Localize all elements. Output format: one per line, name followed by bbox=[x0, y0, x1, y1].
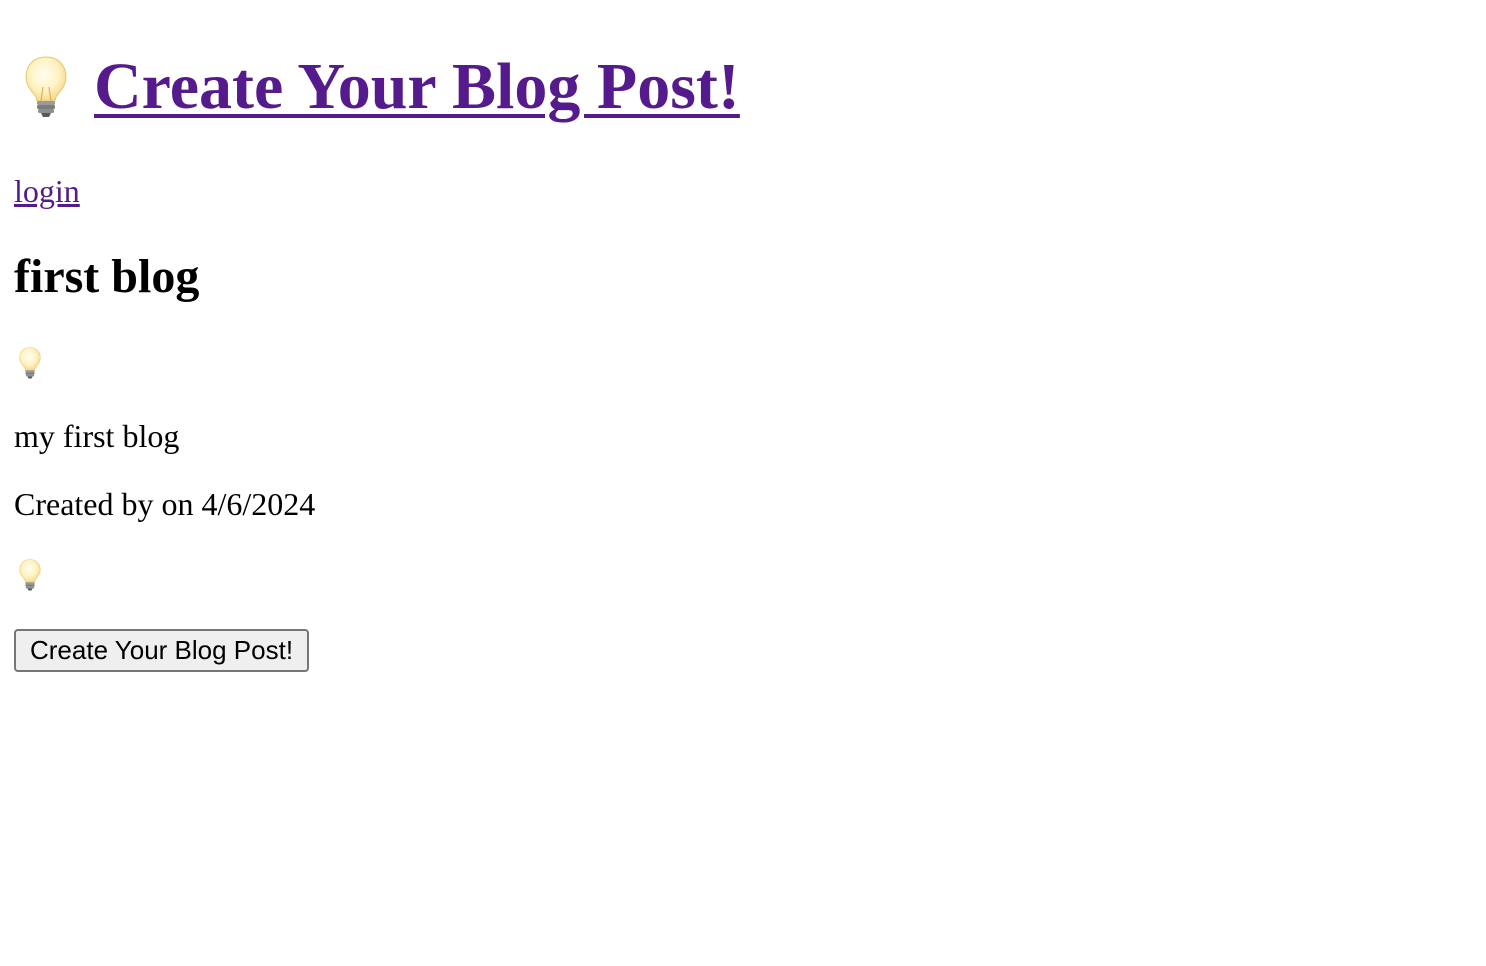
post-title: first blog bbox=[14, 250, 200, 303]
lightbulb-icon bbox=[22, 54, 70, 120]
login-link[interactable]: login bbox=[14, 173, 80, 209]
post-body: my first blog bbox=[14, 418, 180, 454]
lightbulb-icon bbox=[14, 558, 46, 592]
post-meta: Created by on 4/6/2024 bbox=[14, 486, 316, 522]
lightbulb-icon bbox=[14, 346, 46, 380]
create-blog-post-button[interactable]: Create Your Blog Post! bbox=[14, 629, 310, 672]
create-blog-post-link[interactable]: Create Your Blog Post! bbox=[94, 52, 740, 122]
site-header: Create Your Blog Post! bbox=[22, 52, 740, 122]
